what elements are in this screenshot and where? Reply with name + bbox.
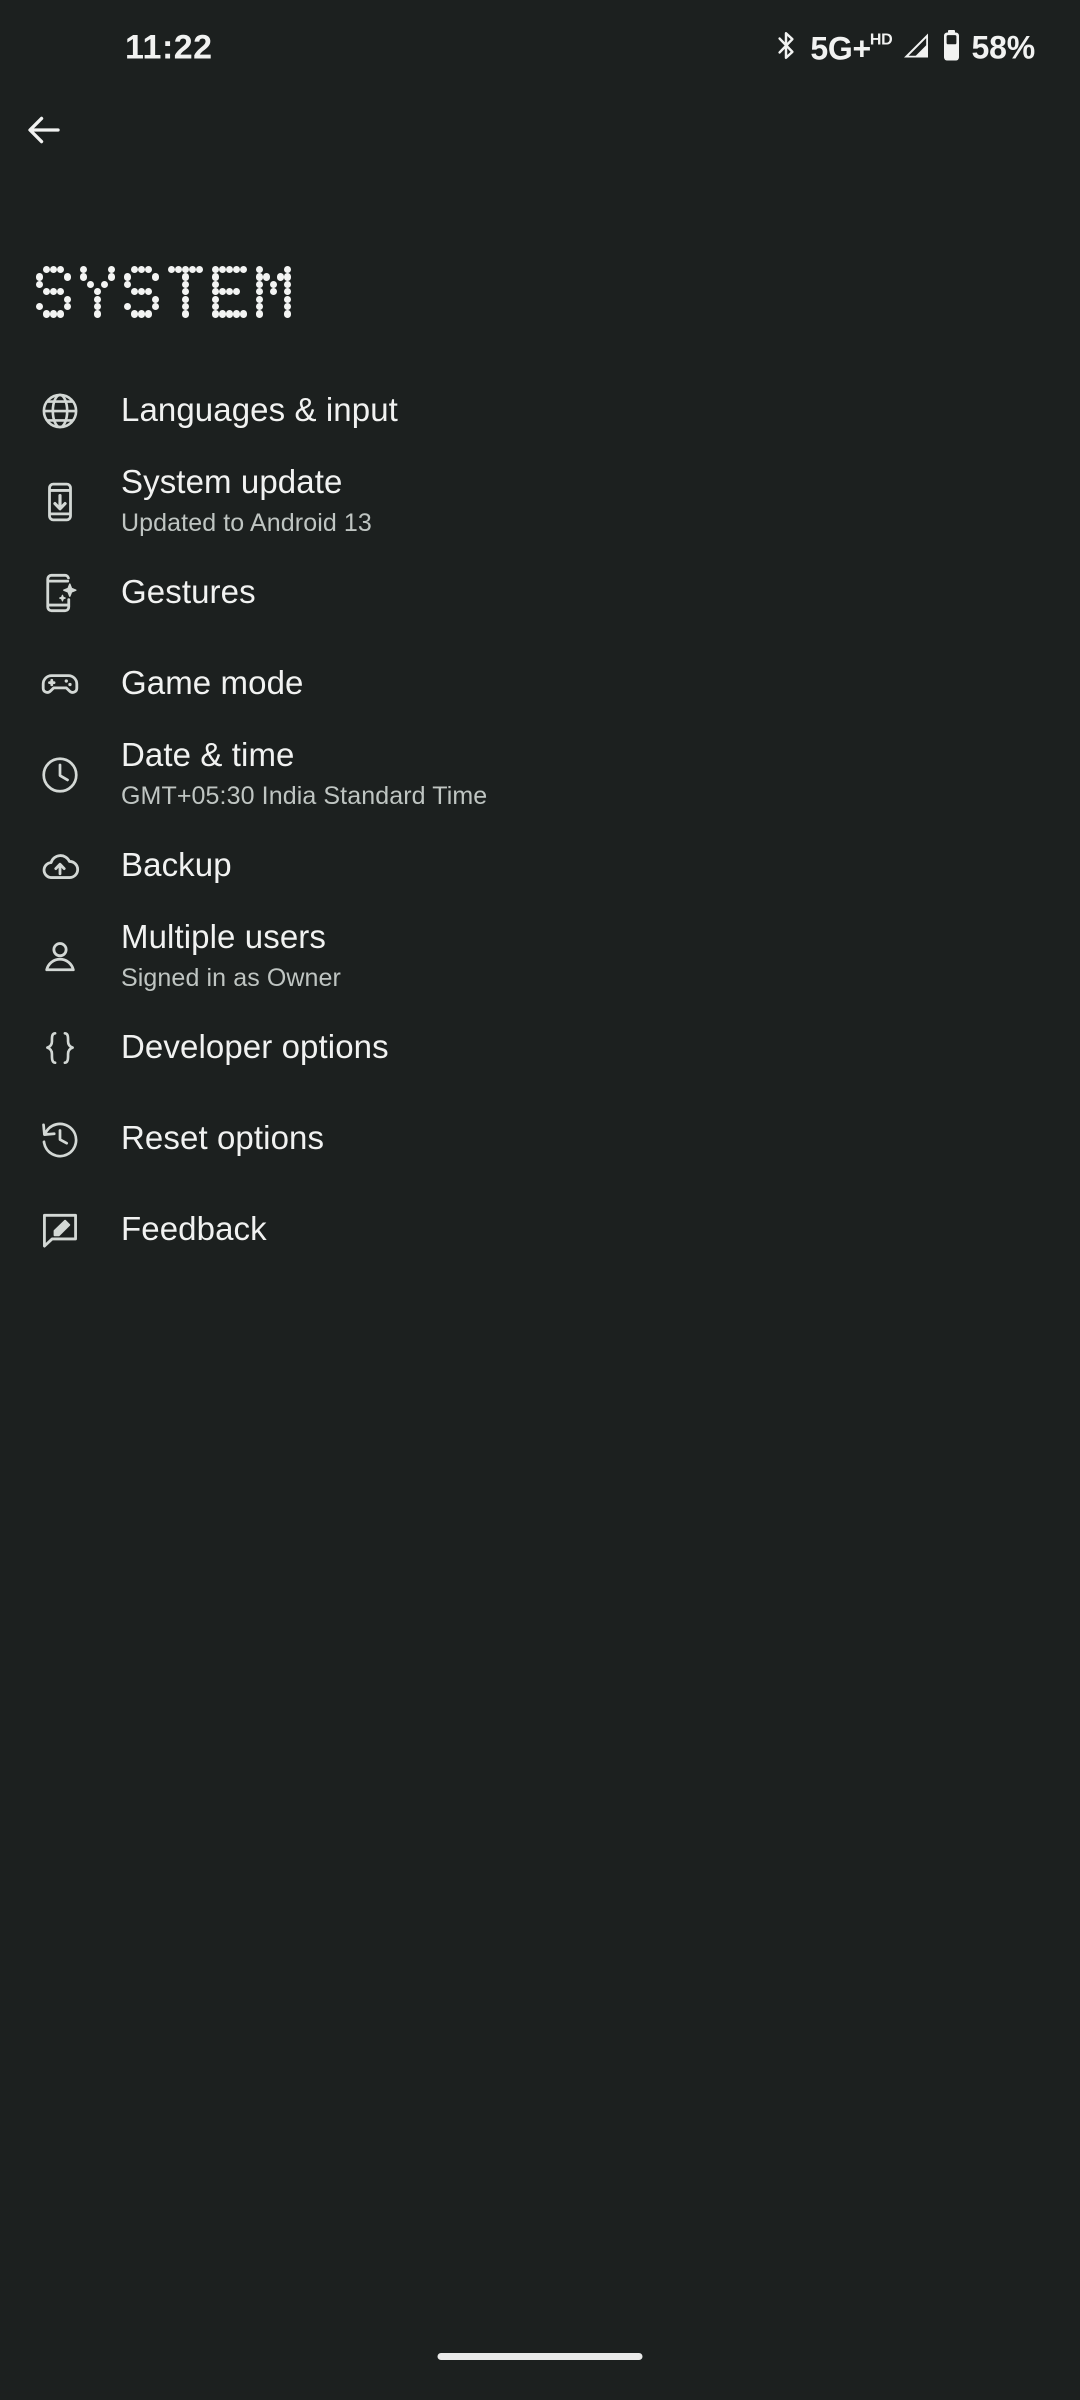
phone-sparkle-icon bbox=[38, 571, 82, 615]
curly-braces-icon bbox=[38, 1026, 82, 1070]
list-item-texts: Gestures bbox=[121, 573, 256, 612]
list-item-gestures[interactable]: Gestures bbox=[0, 547, 1080, 638]
feedback-icon bbox=[38, 1208, 82, 1252]
hd-voice-label: HD bbox=[869, 31, 893, 48]
globe-icon bbox=[38, 389, 82, 433]
settings-system-screen: 11:22 5G + HD 58% Languages & input Syst… bbox=[0, 0, 1080, 2400]
list-item-backup[interactable]: Backup bbox=[0, 820, 1080, 911]
page-title-char bbox=[256, 266, 292, 318]
list-item-texts: Languages & input bbox=[121, 391, 398, 430]
page-title-char bbox=[36, 266, 72, 318]
page-title-char bbox=[80, 266, 116, 318]
list-item-date-and-time[interactable]: Date & time GMT+05:30 India Standard Time bbox=[0, 729, 1080, 820]
battery-percent-label: 58% bbox=[971, 29, 1036, 66]
arrow-back-icon bbox=[23, 109, 65, 156]
list-item-game-mode[interactable]: Game mode bbox=[0, 638, 1080, 729]
list-item-texts: Developer options bbox=[121, 1028, 389, 1067]
clock-icon bbox=[38, 753, 82, 797]
battery-icon bbox=[942, 30, 961, 67]
list-item-label: Gestures bbox=[121, 573, 256, 611]
status-bar-clock: 11:22 bbox=[125, 28, 213, 67]
page-title-char bbox=[168, 266, 204, 318]
list-item-sublabel: GMT+05:30 India Standard Time bbox=[121, 782, 488, 811]
signal-bars-icon bbox=[901, 31, 931, 66]
phone-download-icon bbox=[38, 480, 82, 524]
list-item-sublabel: Signed in as Owner bbox=[121, 964, 341, 993]
list-item-label: Game mode bbox=[121, 664, 304, 702]
settings-list: Languages & input System update Updated t… bbox=[0, 365, 1080, 1275]
list-item-label: Multiple users bbox=[121, 918, 326, 956]
network-plus-label: + bbox=[852, 30, 871, 66]
list-item-texts: Date & time GMT+05:30 India Standard Time bbox=[121, 736, 487, 812]
home-indicator[interactable] bbox=[437, 2353, 643, 2360]
list-item-label: Feedback bbox=[121, 1210, 267, 1248]
list-item-multiple-users[interactable]: Multiple users Signed in as Owner bbox=[0, 911, 1080, 1002]
list-item-sublabel: Updated to Android 13 bbox=[121, 509, 372, 538]
list-item-texts: Backup bbox=[121, 846, 232, 885]
list-item-reset-options[interactable]: Reset options bbox=[0, 1093, 1080, 1184]
list-item-texts: Reset options bbox=[121, 1119, 324, 1158]
status-bar: 11:22 5G + HD 58% bbox=[0, 0, 1080, 96]
list-item-languages-and-input[interactable]: Languages & input bbox=[0, 365, 1080, 456]
cloud-upload-icon bbox=[38, 844, 82, 888]
bluetooth-icon bbox=[773, 30, 799, 67]
list-item-developer-options[interactable]: Developer options bbox=[0, 1002, 1080, 1093]
list-item-system-update[interactable]: System update Updated to Android 13 bbox=[0, 456, 1080, 547]
list-item-label: Languages & input bbox=[121, 391, 398, 429]
network-type-label: 5G bbox=[810, 30, 853, 66]
list-item-label: Reset options bbox=[121, 1119, 325, 1157]
list-item-texts: Multiple users Signed in as Owner bbox=[121, 918, 341, 994]
list-item-label: System update bbox=[121, 463, 343, 501]
list-item-label: Developer options bbox=[121, 1028, 389, 1066]
back-button[interactable] bbox=[12, 100, 76, 164]
list-item-texts: Game mode bbox=[121, 664, 303, 703]
status-bar-icons: 5G + HD 58% bbox=[773, 30, 1035, 67]
page-title: SYSTEM bbox=[36, 266, 292, 322]
page-title-char bbox=[124, 266, 160, 318]
list-item-feedback[interactable]: Feedback bbox=[0, 1184, 1080, 1275]
person-icon bbox=[38, 935, 82, 979]
list-item-label: Date & time bbox=[121, 736, 295, 774]
history-restore-icon bbox=[38, 1117, 82, 1161]
list-item-texts: Feedback bbox=[121, 1210, 267, 1249]
network-type-indicator: 5G + HD bbox=[810, 30, 893, 66]
list-item-label: Backup bbox=[121, 846, 232, 884]
gamepad-icon bbox=[38, 662, 82, 706]
page-title-char bbox=[212, 266, 248, 318]
list-item-texts: System update Updated to Android 13 bbox=[121, 463, 372, 539]
